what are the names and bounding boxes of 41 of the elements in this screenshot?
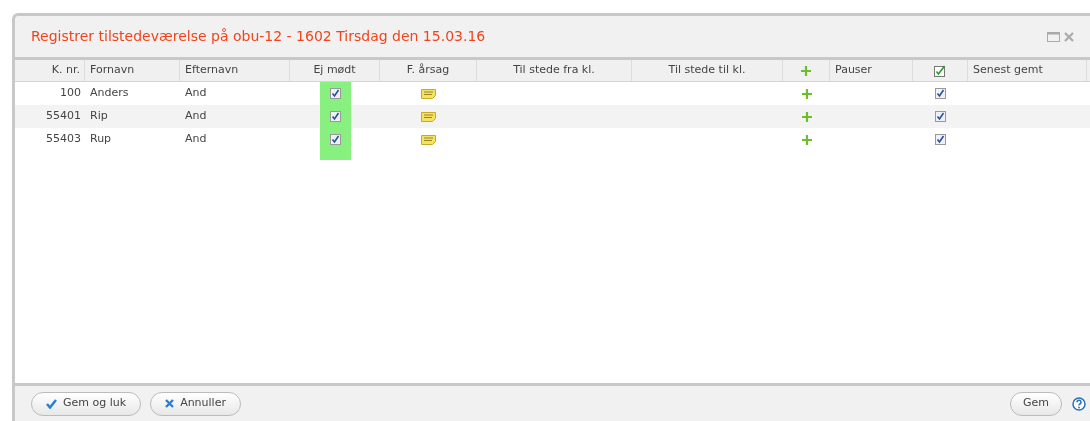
table-cell-text: And [184,108,208,125]
column-header[interactable]: Til stede til kl. [632,62,782,79]
note-icon[interactable] [421,134,436,145]
checkbox[interactable] [935,111,946,122]
cross-icon [165,399,175,408]
plus-icon[interactable] [801,65,811,76]
table-cell-text: Rip [89,108,109,125]
save-close-button[interactable]: Gem og luk [31,391,142,416]
plus-icon[interactable] [801,88,812,99]
column-header[interactable]: Til stede fra kl. [477,62,631,79]
dialog-title: Registrer tilstedeværelse på obu-12 - 1602 Tirsdag den 15.03.16 [31,27,486,46]
checkbox[interactable] [934,64,946,77]
table-cell-text: Anders [89,85,130,102]
checkbox[interactable] [935,88,946,99]
table-cell-text: And [184,131,208,148]
checkbox[interactable] [329,134,341,145]
checkbox[interactable] [329,111,341,122]
note-icon[interactable] [421,88,436,99]
note-icon[interactable] [421,111,436,122]
table-cell-text: 100 [59,85,82,102]
close-icon[interactable] [1064,31,1074,42]
column-header[interactable]: Efternavn [180,62,289,79]
help-icon[interactable] [1072,396,1086,411]
table-cell-text: 55401 [45,108,82,125]
maximize-icon[interactable] [1047,31,1060,42]
table-cell-text: And [184,85,208,102]
cancel-button[interactable]: Annuller [150,391,241,416]
column-header[interactable]: Fornavn [85,62,179,79]
table-cell-text: 55403 [45,131,82,148]
checkmark-icon [46,398,57,409]
checkbox[interactable] [935,134,946,145]
plus-icon[interactable] [801,111,812,122]
column-header[interactable]: K. nr. [15,62,84,79]
column-header[interactable]: Pauser [830,62,912,79]
save-button[interactable]: Gem [1010,391,1062,416]
column-header[interactable]: Ej mødt [290,62,379,79]
column-header[interactable]: Senest gemt [968,62,1086,79]
plus-icon[interactable] [801,134,812,145]
checkbox[interactable] [329,88,341,99]
column-header[interactable]: F. årsag [380,62,476,79]
table-cell-text: Rup [89,131,113,148]
